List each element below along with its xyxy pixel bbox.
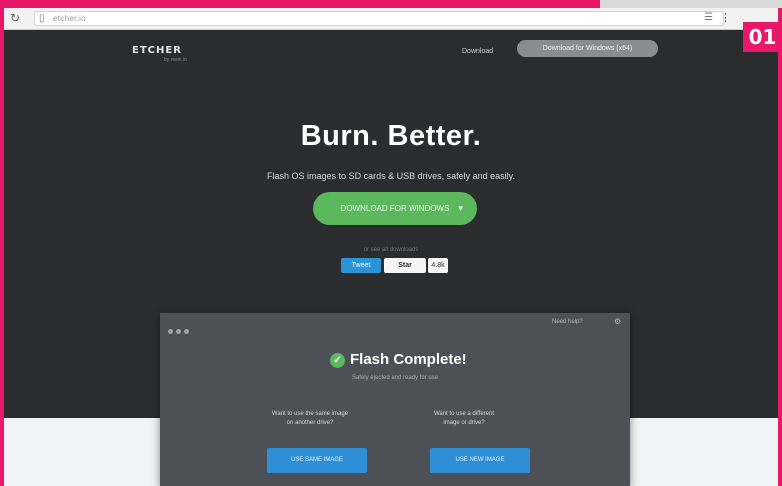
flash-complete-subtitle: Safely ejected and ready for use: [351, 375, 439, 381]
tweet-button[interactable]: Tweet: [341, 258, 381, 273]
address-bar[interactable]: ▯ etcher.io: [34, 11, 724, 26]
use-new-image-button[interactable]: USE NEW IMAGE: [430, 448, 530, 473]
download-button[interactable]: DOWNLOAD FOR WINDOWS ▾: [313, 192, 477, 225]
use-same-image-button[interactable]: USE SAME IMAGE: [267, 448, 367, 473]
hero-subtitle: Flash OS images to SD cards & USB drives…: [267, 171, 515, 181]
check-icon: ✓: [330, 353, 345, 368]
window-controls: [168, 321, 192, 339]
download-button-label: DOWNLOAD FOR WINDOWS: [340, 204, 450, 213]
new-image-prompt-line2: image or drive?: [443, 420, 485, 426]
star-count[interactable]: 4.8k: [428, 258, 448, 273]
minimize-dot[interactable]: [176, 329, 181, 334]
new-image-prompt: Want to use a different image or drive?: [394, 410, 534, 428]
nav-download-link[interactable]: Download: [462, 48, 493, 55]
github-star-button[interactable]: Star: [384, 258, 426, 273]
etcher-app-window: Need help? ⚙ ✓ Flash Complete! Safely ej…: [160, 313, 630, 486]
logo-subtitle: by resin.io: [164, 57, 187, 63]
frame-left-edge: [0, 22, 4, 486]
help-link[interactable]: Need help?: [552, 319, 583, 325]
menu-icon[interactable]: ⋮: [720, 11, 731, 24]
nav-download-button[interactable]: Download for Windows (x64): [517, 40, 658, 57]
close-dot[interactable]: [168, 329, 173, 334]
etcher-logo[interactable]: ETCHER: [132, 45, 182, 56]
new-image-prompt-line1: Want to use a different: [433, 411, 495, 417]
browser-toolbar: ↻ ▯ etcher.io ☰ ⋮: [4, 8, 778, 30]
flash-complete-title: Flash Complete!: [350, 351, 467, 368]
maximize-dot[interactable]: [184, 329, 189, 334]
url-text[interactable]: etcher.io: [53, 14, 86, 23]
gear-icon[interactable]: ⚙: [614, 317, 621, 326]
hero-title: Burn. Better.: [300, 120, 482, 152]
same-image-prompt-line2: on another drive?: [286, 420, 334, 426]
browser-window: ↻ ▯ etcher.io ☰ ⋮ ETCHER by resin.io Dow…: [4, 8, 778, 486]
same-image-prompt: Want to use the same image on another dr…: [240, 410, 380, 428]
all-downloads-link[interactable]: or see all downloads: [4, 247, 778, 253]
extension-icon[interactable]: ☰: [704, 12, 713, 23]
reload-icon[interactable]: ↻: [10, 11, 20, 25]
page-icon: ▯: [39, 13, 45, 24]
chevron-down-icon[interactable]: ▾: [458, 192, 463, 225]
same-image-prompt-line1: Want to use the same image: [271, 411, 349, 417]
step-badge: 01: [743, 22, 782, 52]
frame-top-strip: [600, 0, 782, 8]
